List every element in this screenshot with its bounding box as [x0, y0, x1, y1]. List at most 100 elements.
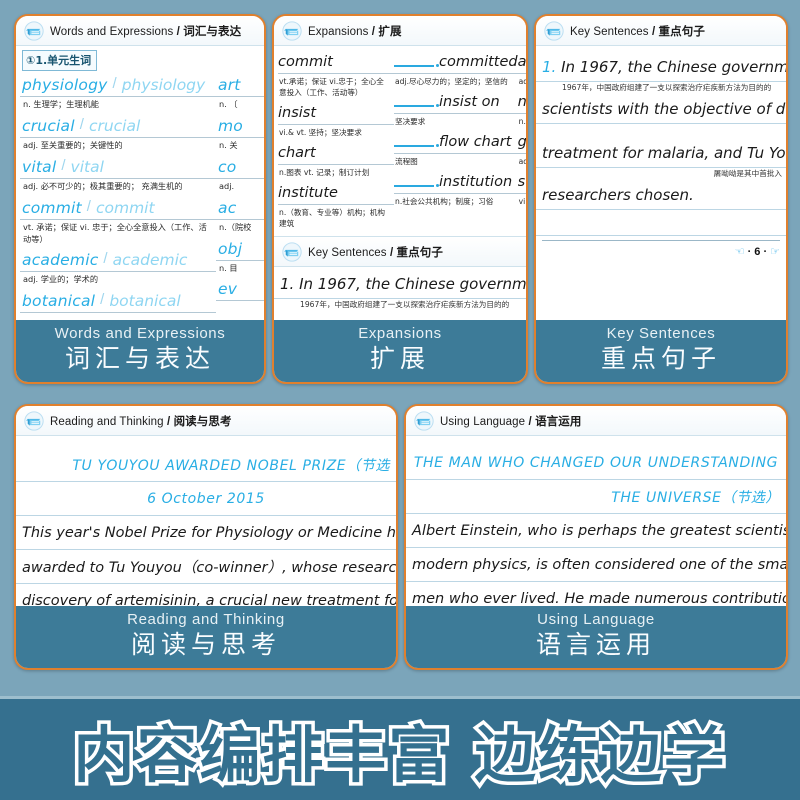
section-header-key-sentences-inset: Key Sentences / 重点句子 [274, 236, 526, 267]
vocab-entry[interactable]: commit / commit vt. 承诺；保证 vi. 忠于；全心全意投入（工作… [20, 196, 216, 249]
section-title-key-sentences: Key Sentences / 重点句子 [308, 244, 443, 260]
vocab-entry[interactable]: ev [216, 277, 264, 302]
expansion-extra-def: ad [518, 157, 526, 166]
open-book-icon [282, 242, 302, 262]
expansion-source-def: n.图表 vt. 记录；制订计划 [279, 168, 370, 177]
vocab-entry[interactable]: crucial / crucial adj. 至关重要的；关键性的 [20, 114, 216, 155]
expansion-row[interactable]: committed [394, 50, 518, 74]
expansion-row[interactable]: flow chart [394, 130, 518, 154]
passage-line: modern physics, is often considered one … [406, 548, 786, 582]
section-title-en: Expansions [308, 26, 369, 38]
expansion-source-def: n.（教育、专业等）机构；机构建筑 [279, 208, 385, 228]
open-book-icon [24, 21, 44, 41]
vocab-entry[interactable]: ac n.（院校 [216, 196, 264, 237]
page-turn-right-icon[interactable]: ☞ [770, 245, 780, 258]
expansion-row[interactable]: s [517, 170, 526, 194]
expansion-grid: commit vt.承诺；保证 vi.忠于；全心全意投入（工作、活动等） ins… [274, 50, 526, 232]
card-band-using-language: Using Language 语言运用 [406, 606, 786, 668]
arrow-right-icon [394, 104, 439, 113]
expansion-column-clipped: a adj n n. g ad s vi.教 [517, 50, 526, 232]
passage-body-line: awarded to Tu Youyou（co-winner）, whose r… [22, 560, 396, 576]
vocab-definition: adj. 必不可少的；极其重要的； 充满生机的 [23, 180, 183, 191]
page-footer: ☜ · 6 · ☞ [542, 240, 780, 258]
expansion-source-word: insist [278, 105, 317, 121]
open-book-icon [414, 411, 434, 431]
vocab-entry[interactable]: art n. 〔 [216, 73, 264, 114]
vocab-trace: commit [95, 198, 155, 217]
vocab-word: botanical [22, 292, 96, 311]
page-turn-left-icon[interactable]: ☜ [735, 245, 745, 258]
band-label-cn: 重点句子 [600, 345, 721, 373]
section-title-expansions: Expansions / 扩展 [308, 23, 402, 39]
band-label-cn: 阅读与思考 [130, 631, 281, 659]
vocab-divider-icon: / [86, 197, 91, 215]
expansion-source-word: institute [278, 185, 338, 201]
vocab-entry[interactable]: physiology / physiology n. 生理学；生理机能 [20, 73, 216, 114]
vocab-entry[interactable]: obj n. 目 [216, 237, 264, 278]
expansion-row[interactable]: chart [278, 141, 394, 165]
expansion-target-def: n.社会公共机构；制度；习俗 [395, 197, 494, 206]
expansion-row[interactable]: institution [394, 170, 518, 194]
passage-line: discovery of artemisinin, a crucial new … [16, 584, 396, 607]
key-sentence-en: treatment for malaria, and Tu You [542, 144, 786, 162]
card-expansions[interactable]: Expansions / 扩展 commit vt.承诺；保证 vi.忠于；全心… [272, 14, 528, 384]
vocab-entry[interactable]: botanical / botanical [20, 289, 216, 314]
passage-title-line-1: THE MAN WHO CHANGED OUR UNDERSTANDING [413, 454, 779, 471]
key-sentences-card-body: 1. In 1967, the Chinese government 1967年… [536, 46, 786, 321]
vocab-definition: n.（院校 [219, 221, 252, 232]
key-sentence-cn: 1967年，中国政府组建了一支以探索治疗疟疾新方法为目的的 [562, 83, 772, 92]
key-sentence-en: researchers chosen. [542, 186, 694, 204]
card-reading-and-thinking[interactable]: Reading and Thinking / 阅读与思考 TU YOUYOU A… [14, 404, 398, 670]
passage-line: This year's Nobel Prize for Physiology o… [16, 516, 396, 550]
expansion-row[interactable]: a [517, 50, 526, 74]
vocab-definition: adj. 学业的；学术的 [23, 274, 99, 285]
passage-body-line: men who ever lived. He made numerous con… [412, 590, 786, 607]
promo-page: Words and Expressions / 词汇与表达 ①1.单元生词 ph… [0, 0, 800, 800]
expansion-target-word: insist on [439, 94, 500, 110]
words-card-body: ①1.单元生词 physiology / physiology n. 生理学；生理机… [16, 46, 264, 321]
key-sentence-en: 1. In 1967, the Chinese government [280, 275, 526, 293]
expansion-row[interactable]: n [517, 90, 526, 114]
card-using-language[interactable]: Using Language / 语言运用 THE MAN WHO CHANGE… [404, 404, 788, 670]
expansion-target-def: 流程图 [395, 157, 418, 166]
key-sentence-line: 1. In 1967, the Chinese government [536, 54, 786, 82]
vocab-entry[interactable]: vital / vital adj. 必不可少的；极其重要的； 充满生机的 [20, 155, 216, 196]
section-header-key-sentences: Key Sentences / 重点句子 [536, 16, 786, 46]
expansion-row[interactable]: insist on [394, 90, 518, 114]
vocab-trace: crucial [88, 116, 141, 135]
arrow-right-icon [394, 64, 439, 73]
expansion-source-word: chart [278, 145, 316, 161]
passage-line: men who ever lived. He made numerous con… [406, 582, 786, 607]
passage-line: awarded to Tu Youyou（co-winner）, whose r… [16, 550, 396, 584]
vocab-definition: adj. [219, 180, 235, 191]
card-words-and-expressions[interactable]: Words and Expressions / 词汇与表达 ①1.单元生词 ph… [14, 14, 266, 384]
passage-body-line: This year's Nobel Prize for Physiology o… [22, 524, 396, 541]
vocab-word: mo [218, 116, 243, 135]
vocab-entry[interactable]: mo n. 关 [216, 114, 264, 155]
promo-banner: 内容编排丰富 边练边学 [0, 699, 800, 800]
expansion-row[interactable]: institute [278, 181, 394, 205]
vocab-definition: n. 〔 [219, 99, 238, 109]
expansion-extra-word: n [517, 94, 526, 110]
vocab-entry[interactable]: co adj. [216, 155, 264, 196]
card-band-expansions: Expansions 扩展 [274, 320, 526, 382]
vocab-definition: n. 目 [219, 262, 238, 273]
expansion-row[interactable]: g [517, 130, 526, 154]
vocab-word: physiology [22, 76, 108, 94]
card-key-sentences[interactable]: Key Sentences / 重点句子 1. In 1967, the Chi… [534, 14, 788, 384]
vocab-column-secondary: art n. 〔 mo n. 关 co adj. ac n.（院校 obj n.… [216, 73, 264, 313]
using-language-card-body: THE MAN WHO CHANGED OUR UNDERSTANDING TH… [406, 436, 786, 607]
vocab-divider-icon: / [112, 75, 117, 92]
expansion-extra-word: a [517, 54, 526, 70]
section-title-reading: Reading and Thinking / 阅读与思考 [50, 413, 232, 429]
vocab-divider-icon: / [79, 115, 84, 133]
card-band-key-sentences: Key Sentences 重点句子 [536, 320, 786, 382]
expansion-target-word: committed [439, 54, 518, 70]
expansion-row[interactable]: insist [278, 101, 394, 125]
section-title-en: Key Sentences [570, 26, 649, 38]
vocab-entry[interactable]: academic / academic adj. 学业的；学术的 [20, 248, 216, 289]
expansion-row[interactable]: commit [278, 50, 394, 74]
section-title-en: Reading and Thinking [50, 416, 164, 428]
expansion-extra-def: n. [518, 117, 526, 126]
section-title-sep: / [173, 26, 184, 38]
